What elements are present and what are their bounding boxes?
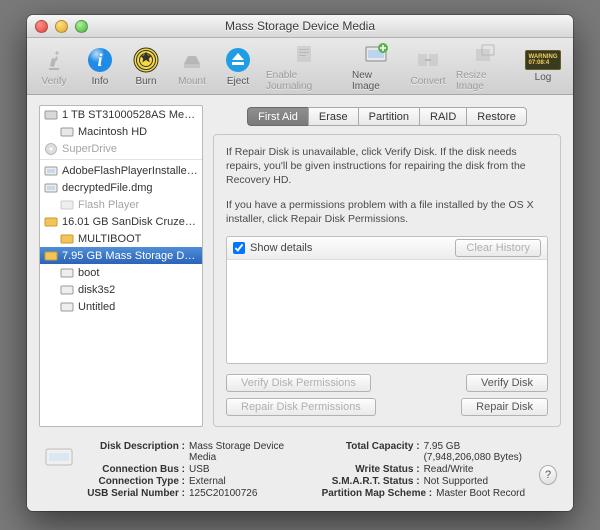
sidebar-item-superdrive[interactable]: SuperDrive: [40, 140, 202, 157]
repair-permissions-button[interactable]: Repair Disk Permissions: [226, 398, 376, 416]
show-details-input[interactable]: [233, 242, 245, 254]
enable-journaling-button[interactable]: Enable Journaling: [263, 38, 345, 94]
details-box: Show details Clear History: [226, 236, 548, 364]
external-disk-icon: [44, 215, 58, 229]
log-chip-icon: WARNING07:08:4: [525, 50, 561, 70]
tab-first-aid[interactable]: First Aid: [247, 107, 308, 126]
convert-button[interactable]: Convert: [407, 44, 449, 89]
sidebar-item-volume[interactable]: boot: [40, 264, 202, 281]
convert-icon: [414, 46, 442, 74]
sidebar-item-volume[interactable]: Macintosh HD: [40, 123, 202, 140]
log-button[interactable]: WARNING07:08:4 Log: [525, 50, 561, 83]
sidebar-item-disk-selected[interactable]: 7.95 GB Mass Storage D…: [40, 247, 202, 264]
clear-history-button[interactable]: Clear History: [455, 239, 541, 257]
info-button[interactable]: i Info: [79, 44, 121, 89]
log-output: [227, 260, 547, 363]
sidebar-item-disk[interactable]: 16.01 GB SanDisk Cruze…: [40, 213, 202, 230]
sidebar-item-volume[interactable]: disk3s2: [40, 281, 202, 298]
window-title: Mass Storage Device Media: [27, 19, 573, 33]
first-aid-group: If Repair Disk is unavailable, click Ver…: [213, 134, 561, 427]
hd-icon: [60, 125, 74, 139]
sidebar-item-disk[interactable]: 1 TB ST31000528AS Media: [40, 106, 202, 123]
disk-image-icon: [43, 441, 75, 473]
sidebar-item-volume[interactable]: Flash Player: [40, 196, 202, 213]
sidebar-item-dmg[interactable]: decryptedFile.dmg: [40, 179, 202, 196]
dmg-icon: [44, 181, 58, 195]
disk-info-footer: Disk Description :Mass Storage Device Me…: [39, 435, 561, 507]
dmg-icon: [44, 164, 58, 178]
tab-partition[interactable]: Partition: [358, 107, 419, 126]
show-details-checkbox[interactable]: Show details: [233, 242, 312, 254]
verify-button[interactable]: Verify: [33, 44, 75, 89]
disk-sidebar[interactable]: 1 TB ST31000528AS Media Macintosh HD Sup…: [39, 105, 203, 427]
burn-icon: [132, 46, 160, 74]
burn-button[interactable]: Burn: [125, 44, 167, 89]
journal-icon: [290, 40, 318, 68]
sidebar-item-dmg[interactable]: AdobeFlashPlayerInstalle…: [40, 162, 202, 179]
mount-icon: [178, 46, 206, 74]
new-image-button[interactable]: New Image: [349, 38, 403, 94]
vol-icon: [60, 300, 74, 314]
mount-button[interactable]: Mount: [171, 44, 213, 89]
tab-erase[interactable]: Erase: [308, 107, 358, 126]
internal-disk-icon: [44, 108, 58, 122]
sidebar-item-volume[interactable]: MULTIBOOT: [40, 230, 202, 247]
titlebar[interactable]: Mass Storage Device Media: [27, 15, 573, 38]
tab-raid[interactable]: RAID: [419, 107, 466, 126]
resize-icon: [471, 40, 499, 68]
info-text-1: If Repair Disk is unavailable, click Ver…: [226, 145, 548, 188]
svg-text:i: i: [97, 50, 102, 70]
eject-button[interactable]: Eject: [217, 44, 259, 89]
verify-permissions-button[interactable]: Verify Disk Permissions: [226, 374, 371, 392]
disk-utility-window: Mass Storage Device Media Verify i Info …: [27, 15, 573, 511]
toolbar: Verify i Info Burn Mount: [27, 38, 573, 95]
eject-icon: [224, 46, 252, 74]
vol-icon: [60, 198, 74, 212]
external-disk-icon: [44, 249, 58, 263]
sidebar-item-volume[interactable]: Untitled: [40, 298, 202, 315]
tab-bar: First Aid Erase Partition RAID Restore: [213, 107, 561, 126]
ext-vol-icon: [60, 232, 74, 246]
repair-disk-button[interactable]: Repair Disk: [461, 398, 548, 416]
optical-icon: [44, 142, 58, 156]
info-icon: i: [86, 46, 114, 74]
tab-restore[interactable]: Restore: [466, 107, 527, 126]
resize-image-button[interactable]: Resize Image: [453, 38, 517, 94]
vol-icon: [60, 266, 74, 280]
new-image-icon: [362, 40, 390, 68]
vol-icon: [60, 283, 74, 297]
main-panel: First Aid Erase Partition RAID Restore I…: [213, 105, 561, 427]
verify-disk-button[interactable]: Verify Disk: [466, 374, 548, 392]
microscope-icon: [40, 46, 68, 74]
help-button[interactable]: ?: [539, 465, 557, 485]
info-text-2: If you have a permissions problem with a…: [226, 198, 548, 226]
